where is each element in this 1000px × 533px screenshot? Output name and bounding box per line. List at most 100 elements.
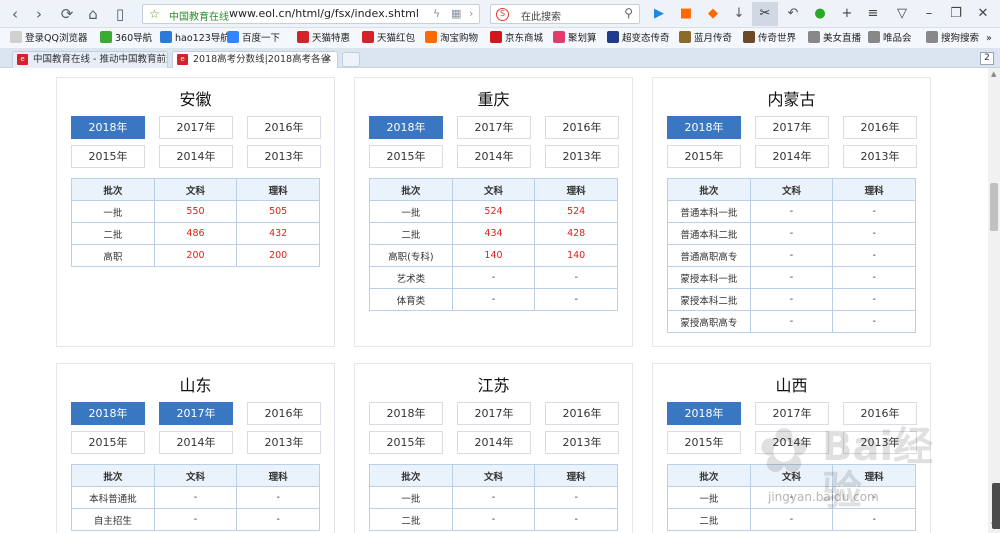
play-video-icon[interactable]: ▶ xyxy=(650,5,668,23)
year-button[interactable]: 2015年 xyxy=(667,431,741,454)
browser-toolbar: ‹ › ⟳ ⌂ ▯ ☆ 中国教育在线 www.eol.cn/html/g/fsx… xyxy=(0,0,1000,28)
minimize-icon[interactable]: – xyxy=(920,5,938,23)
shirt-skin-icon[interactable]: ▽ xyxy=(893,5,911,23)
address-bar[interactable]: ☆ 中国教育在线 www.eol.cn/html/g/fsx/index.sht… xyxy=(142,4,480,24)
bookmark-item[interactable]: 淘宝购物 xyxy=(425,31,478,46)
bookmark-star-icon[interactable]: ☆ xyxy=(149,7,160,21)
year-button[interactable]: 2018年 xyxy=(71,116,145,139)
year-button[interactable]: 2013年 xyxy=(545,431,619,454)
year-button[interactable]: 2016年 xyxy=(545,402,619,425)
table-cell-like: - xyxy=(832,310,916,333)
back-arrow-icon[interactable]: ‹ xyxy=(6,5,24,23)
bookmark-item[interactable]: 京东商城 xyxy=(490,31,543,46)
year-button[interactable]: 2014年 xyxy=(159,431,233,454)
year-button[interactable]: 2017年 xyxy=(457,116,531,139)
year-button[interactable]: 2014年 xyxy=(457,431,531,454)
year-button[interactable]: 2014年 xyxy=(457,145,531,168)
year-button[interactable]: 2015年 xyxy=(667,145,741,168)
year-button[interactable]: 2014年 xyxy=(755,431,829,454)
year-button[interactable]: 2016年 xyxy=(247,116,321,139)
table-cell-batch: 二批 xyxy=(369,222,453,245)
reader-book-icon[interactable]: ▯ xyxy=(111,5,129,23)
year-button[interactable]: 2018年 xyxy=(369,402,443,425)
forward-arrow-icon[interactable]: › xyxy=(30,5,48,23)
address-url[interactable]: www.eol.cn/html/g/fsx/index.shtml xyxy=(229,7,419,20)
close-window-icon[interactable]: ✕ xyxy=(974,5,992,23)
year-button[interactable]: 2014年 xyxy=(755,145,829,168)
sogou-search-logo-icon[interactable]: S xyxy=(496,8,509,21)
year-button[interactable]: 2016年 xyxy=(247,402,321,425)
bookmark-item[interactable]: 登录QQ浏览器 xyxy=(10,31,87,46)
table-cell-like: - xyxy=(832,266,916,289)
year-button[interactable]: 2017年 xyxy=(755,402,829,425)
year-button[interactable]: 2013年 xyxy=(545,145,619,168)
year-button[interactable]: 2015年 xyxy=(71,145,145,168)
bookmark-item[interactable]: 百度一下 xyxy=(227,31,280,46)
bookmark-item[interactable]: 超变态传奇 xyxy=(607,31,670,46)
table-header-cell: 文科 xyxy=(451,178,536,201)
tab-count-badge[interactable]: 2 xyxy=(980,52,994,65)
year-button[interactable]: 2014年 xyxy=(159,145,233,168)
undo-icon[interactable]: ↶ xyxy=(784,5,802,23)
bookmark-item[interactable]: 唯品会 xyxy=(868,31,912,46)
bookmark-item[interactable]: 天猫红包 xyxy=(362,31,415,46)
scissors-icon[interactable]: ✂ xyxy=(752,2,778,26)
bookmark-item[interactable]: 天猫特惠 xyxy=(297,31,350,46)
year-button[interactable]: 2016年 xyxy=(843,116,917,139)
plus-icon[interactable]: + xyxy=(838,5,856,23)
search-icon[interactable]: ⚲ xyxy=(624,6,633,20)
bookmark-item[interactable]: 360导航 xyxy=(100,31,152,46)
bookmark-item[interactable]: 美女直播 xyxy=(808,31,861,46)
bookmark-label: 蓝月传奇 xyxy=(694,33,733,44)
gamepad-icon[interactable]: ◆ xyxy=(704,5,722,23)
lightning-icon[interactable]: ϟ xyxy=(433,7,440,20)
year-button[interactable]: 2016年 xyxy=(843,402,917,425)
year-button[interactable]: 2016年 xyxy=(545,116,619,139)
home-icon[interactable]: ⌂ xyxy=(84,5,102,23)
table-row: 高职 200 200 xyxy=(71,244,320,267)
year-button[interactable]: 2018年 xyxy=(667,116,741,139)
new-tab-button[interactable] xyxy=(342,52,360,67)
year-button[interactable]: 2017年 xyxy=(159,116,233,139)
year-button[interactable]: 2013年 xyxy=(843,431,917,454)
year-button[interactable]: 2018年 xyxy=(71,402,145,425)
bookmark-item[interactable]: 聚划算 xyxy=(553,31,597,46)
scrollbar-thumb[interactable] xyxy=(990,183,998,231)
year-button[interactable]: 2015年 xyxy=(369,145,443,168)
qr-code-icon[interactable]: ▦ xyxy=(451,7,461,20)
chevron-right-icon[interactable]: › xyxy=(469,7,473,20)
search-placeholder[interactable]: 在此搜索 xyxy=(521,8,561,23)
bookmark-item[interactable]: hao123导航 xyxy=(160,31,230,46)
year-button[interactable]: 2017年 xyxy=(755,116,829,139)
camera-icon[interactable]: ■ xyxy=(677,5,695,23)
menu-icon[interactable]: ≡ xyxy=(864,5,882,23)
year-button[interactable]: 2013年 xyxy=(247,431,321,454)
bookmark-item[interactable]: 搜狗搜索 xyxy=(926,31,979,46)
year-button[interactable]: 2018年 xyxy=(369,116,443,139)
bookmark-item[interactable]: 传奇世界 xyxy=(743,31,796,46)
year-button[interactable]: 2017年 xyxy=(457,402,531,425)
tab-eol-home[interactable]: e 中国教育在线 - 推动中国教育前进 xyxy=(12,51,168,68)
tab-gaokao-scores[interactable]: e 2018高考分数线|2018高考各省 ✕ xyxy=(172,51,338,68)
bookmarks-more-icon[interactable]: » xyxy=(986,31,992,46)
table-row: 体育类 - - xyxy=(369,288,618,311)
refresh-icon[interactable]: ⟳ xyxy=(58,5,76,23)
year-button[interactable]: 2017年 xyxy=(159,402,233,425)
download-icon[interactable]: ↓ xyxy=(730,5,748,23)
year-button[interactable]: 2013年 xyxy=(247,145,321,168)
bookmark-item[interactable]: 蓝月传奇 xyxy=(679,31,732,46)
search-box[interactable]: S 在此搜索 ⚲ xyxy=(490,4,640,24)
scroll-up-arrow-icon[interactable]: ▲ xyxy=(991,70,996,78)
bookmark-label: 天猫红包 xyxy=(377,33,416,44)
year-button[interactable]: 2018年 xyxy=(667,402,741,425)
year-button[interactable]: 2015年 xyxy=(369,431,443,454)
side-floating-tab[interactable] xyxy=(992,483,1000,529)
restore-window-icon[interactable]: ❐ xyxy=(947,5,965,23)
year-button[interactable]: 2013年 xyxy=(843,145,917,168)
bookmark-favicon-icon xyxy=(926,31,938,43)
year-button[interactable]: 2015年 xyxy=(71,431,145,454)
table-header-row: 批次 文科 理科 xyxy=(667,464,916,487)
wechat-icon[interactable]: ● xyxy=(811,5,829,23)
vertical-scrollbar[interactable]: ▲ ▼ xyxy=(988,68,1000,533)
close-tab-icon[interactable]: ✕ xyxy=(324,52,332,67)
